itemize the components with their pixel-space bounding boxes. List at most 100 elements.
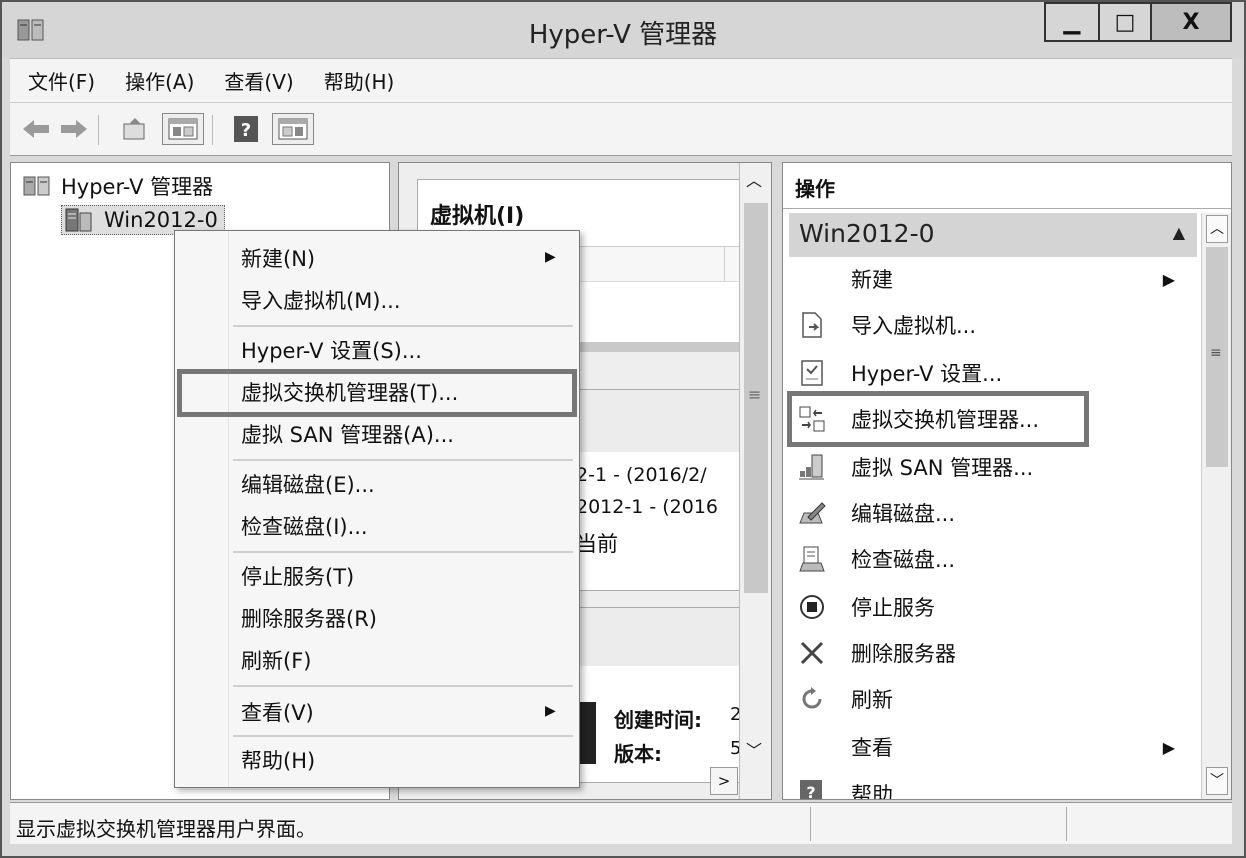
menu-file[interactable]: 文件(F) [28, 66, 95, 95]
menu-separator [233, 735, 573, 737]
actions-pane: 操作 Win2012-0 ▲ 新建 ▶ 导入虚拟机... Hyper-V 设置.… [782, 162, 1232, 800]
highlight-box [787, 391, 1089, 447]
created-label: 创建时间: [614, 708, 702, 732]
inspect-disk-icon [797, 544, 827, 574]
column-divider [724, 247, 725, 281]
action-edit-disk-label: 编辑磁盘... [851, 502, 956, 526]
ctx-new[interactable]: 新建(N) [241, 239, 315, 277]
checkpoint-current[interactable]: 当前 [576, 528, 618, 558]
title-bar: Hyper-V 管理器 ▁ □ X [2, 2, 1244, 58]
ctx-refresh-label: 刷新(F) [241, 649, 312, 673]
checkpoint-item[interactable]: 2-1 - (2016/2/ [576, 464, 707, 486]
ctx-help[interactable]: 帮助(H) [241, 741, 315, 779]
action-help-label: 帮助 [851, 783, 893, 799]
blank-icon [797, 264, 827, 294]
ctx-edit-disk-label: 编辑磁盘(E)... [241, 473, 375, 497]
svg-text:?: ? [806, 783, 815, 799]
ctx-remove-server[interactable]: 删除服务器(R) [241, 599, 377, 637]
vm-panel-title: 虚拟机(I) [430, 204, 525, 229]
menu-help[interactable]: 帮助(H) [324, 66, 395, 95]
folder-up-icon [123, 118, 145, 140]
ctx-refresh[interactable]: 刷新(F) [241, 641, 311, 679]
center-vscrollbar[interactable]: ︿ ≡ ﹀ > [710, 163, 771, 799]
toolbar: ? [10, 102, 1232, 156]
help-button[interactable]: ? [230, 113, 262, 145]
hyperv-window: Hyper-V 管理器 ▁ □ X 文件(F) 操作(A) 查看(V) 帮助(H… [0, 0, 1246, 858]
action-remove-server-label: 删除服务器 [851, 642, 956, 666]
highlight-box [177, 369, 577, 417]
action-refresh[interactable]: 刷新 [791, 679, 1187, 719]
ctx-view[interactable]: 查看(V) [241, 693, 314, 731]
menu-separator [233, 551, 573, 553]
actions-vscrollbar[interactable]: ︿ ≡ ﹀ [1201, 213, 1231, 799]
action-remove-server[interactable]: 删除服务器 [791, 633, 1187, 673]
tree-root-node[interactable]: Hyper-V 管理器 [23, 171, 213, 201]
action-view[interactable]: 查看 ▶ [791, 727, 1187, 767]
submenu-arrow-icon: ▶ [1162, 269, 1175, 289]
scroll-up-icon[interactable]: ︿ [1206, 215, 1228, 243]
scroll-down-icon[interactable]: ﹀ [746, 737, 762, 761]
back-button[interactable] [20, 113, 52, 145]
status-divider [1066, 807, 1067, 841]
ctx-import-vm-label: 导入虚拟机(M)... [241, 289, 401, 313]
scroll-right-icon[interactable]: > [710, 767, 738, 795]
stop-icon [797, 592, 827, 622]
menu-view[interactable]: 查看(V) [224, 66, 293, 95]
submenu-arrow-icon: ▶ [1162, 737, 1175, 757]
show-hide-tree-button[interactable] [162, 113, 204, 145]
delete-icon [797, 638, 827, 668]
close-icon: X [1182, 9, 1200, 35]
action-import-vm[interactable]: 导入虚拟机... [791, 305, 1187, 345]
refresh-icon [797, 684, 827, 714]
forward-button[interactable] [58, 113, 90, 145]
action-help[interactable]: ? 帮助 [791, 775, 1187, 799]
blank-icon [797, 732, 827, 762]
close-button[interactable]: X [1150, 2, 1232, 42]
action-virtual-san-manager[interactable]: 虚拟 SAN 管理器... [791, 447, 1187, 487]
up-level-button[interactable] [118, 113, 152, 145]
toolbar-separator [212, 115, 214, 145]
ctx-stop-service-label: 停止服务(T) [241, 565, 355, 589]
grip-icon: ≡ [748, 385, 762, 404]
show-hide-action-pane-button[interactable] [272, 113, 314, 145]
menu-separator [233, 459, 573, 461]
action-new-label: 新建 [851, 268, 893, 292]
collapse-up-icon[interactable]: ▲ [1173, 223, 1185, 242]
ctx-import-vm[interactable]: 导入虚拟机(M)... [241, 281, 401, 319]
actions-group-header[interactable]: Win2012-0 ▲ [789, 213, 1197, 257]
action-new[interactable]: 新建 ▶ [791, 259, 1187, 299]
action-hyperv-settings[interactable]: Hyper-V 设置... [791, 353, 1187, 393]
menu-action[interactable]: 操作(A) [125, 66, 194, 95]
ctx-remove-server-label: 删除服务器(R) [241, 607, 377, 631]
minimize-button[interactable]: ▁ [1044, 2, 1100, 42]
scroll-down-icon[interactable]: ﹀ [1206, 767, 1228, 795]
action-inspect-disk-label: 检查磁盘... [851, 548, 956, 572]
action-edit-disk[interactable]: 编辑磁盘... [791, 493, 1187, 533]
toolbar-separator [98, 115, 100, 145]
actions-group-label: Win2012-0 [799, 219, 935, 248]
action-inspect-disk[interactable]: 检查磁盘... [791, 539, 1187, 579]
ctx-virtual-san-manager-label: 虚拟 SAN 管理器(A)... [241, 423, 454, 447]
ctx-virtual-san-manager[interactable]: 虚拟 SAN 管理器(A)... [241, 415, 454, 453]
ctx-help-label: 帮助(H) [241, 749, 316, 773]
submenu-arrow-icon: ▶ [545, 249, 556, 265]
action-stop-service[interactable]: 停止服务 [791, 587, 1187, 627]
ctx-hyperv-settings[interactable]: Hyper-V 设置(S)... [241, 331, 422, 369]
maximize-button[interactable]: □ [1098, 2, 1152, 42]
ctx-stop-service[interactable]: 停止服务(T) [241, 557, 354, 595]
action-refresh-label: 刷新 [851, 688, 893, 712]
submenu-arrow-icon: ▶ [545, 703, 556, 719]
svg-text:?: ? [241, 120, 251, 141]
hyperv-manager-icon [23, 176, 50, 196]
back-arrow-icon [23, 120, 49, 138]
action-view-label: 查看 [851, 736, 893, 760]
grip-icon: ≡ [1210, 345, 1222, 361]
ctx-edit-disk[interactable]: 编辑磁盘(E)... [241, 465, 375, 503]
context-menu: 新建(N) ▶ 导入虚拟机(M)... Hyper-V 设置(S)... 虚拟交… [174, 230, 580, 788]
tree-server-label: Win2012-0 [104, 208, 218, 232]
checkpoint-item[interactable]: 2012-1 - (2016 [576, 496, 718, 518]
scroll-up-icon[interactable]: ︿ [746, 167, 762, 191]
status-divider [810, 807, 811, 841]
action-stop-service-label: 停止服务 [851, 596, 935, 620]
ctx-inspect-disk[interactable]: 检查磁盘(I)... [241, 507, 368, 545]
